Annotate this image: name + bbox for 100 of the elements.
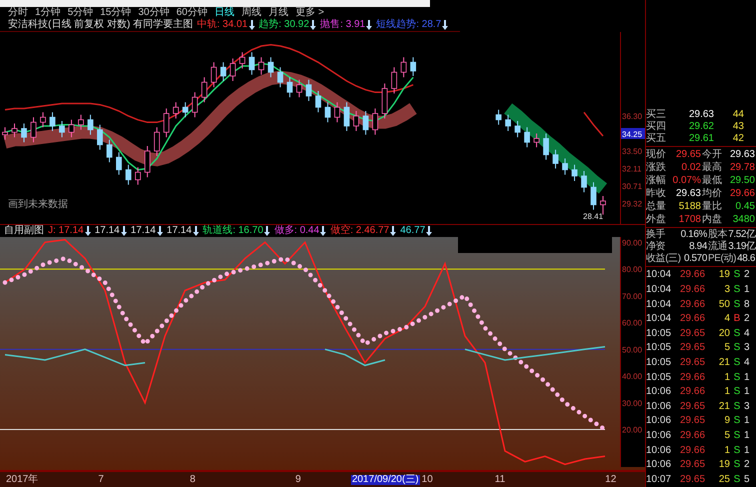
bid-price: 29.63 — [688, 110, 714, 120]
candlestick — [306, 79, 312, 102]
candlestick — [410, 56, 416, 76]
stat-label: PE(动) — [708, 254, 736, 264]
stat-value: 29.63 — [676, 188, 701, 199]
tick-count: 1 — [744, 372, 750, 383]
tick-price: 29.65 — [680, 474, 706, 485]
tick-price: 29.66 — [680, 314, 706, 324]
tick-volume: 19 — [718, 460, 730, 470]
period-tab[interactable]: 月线 — [268, 8, 288, 18]
candlestick — [268, 56, 274, 78]
period-tab[interactable]: 更多 > — [296, 8, 324, 18]
stat-value: 0.02 — [682, 162, 701, 173]
tick-side: S — [732, 284, 742, 295]
stat-value: 3480 — [732, 214, 755, 225]
period-tab[interactable]: 30分钟 — [138, 8, 170, 18]
tick-time: 10:06 — [646, 416, 672, 426]
chart-note: 画到未来数据 — [8, 200, 68, 210]
candlestick — [106, 139, 112, 163]
tick-time: 10:04 — [646, 314, 672, 324]
tick-time: 10:06 — [646, 387, 672, 398]
axis-label: 40.00 — [622, 372, 642, 382]
tick-count: 4 — [744, 358, 750, 368]
indicator-value: 做空: 2.46.77 — [330, 226, 390, 236]
period-tab[interactable]: 1分钟 — [35, 8, 61, 18]
candlestick — [382, 83, 388, 119]
tick-volume: 21 — [718, 402, 730, 412]
chart-title: 安洁科技(日线 前复权 对数) 有同学要主图 — [8, 20, 193, 30]
stat-label: 总量 — [646, 202, 666, 212]
price-axis-label: 30.71 — [622, 182, 642, 191]
indicator-value: 17.14 — [94, 226, 120, 236]
tick-price: 29.66 — [680, 372, 706, 383]
tick-side: S — [732, 430, 742, 441]
tick-price: 29.65 — [680, 460, 706, 470]
candlestick — [543, 133, 549, 160]
stat-value: 8.94 — [689, 242, 707, 252]
tick-side: S — [732, 446, 742, 456]
candlestick — [248, 52, 255, 76]
stat-value: 7.52亿 — [728, 230, 756, 240]
tick-volume: 4 — [723, 314, 730, 324]
candlestick — [552, 149, 558, 169]
period-tab[interactable]: 分时 — [8, 8, 28, 18]
period-tab[interactable]: 5分钟 — [68, 8, 94, 18]
indicator-value: 中轨: 34.01 — [197, 20, 248, 30]
tick-count: 4 — [744, 328, 750, 339]
down-arrow-icon — [192, 226, 199, 236]
down-arrow-icon — [366, 20, 372, 30]
axis-label: 20.00 — [622, 426, 642, 435]
date-axis-label: 2017年 — [6, 474, 38, 484]
tick-volume: 5 — [723, 343, 730, 354]
tick-time: 10:06 — [646, 430, 672, 441]
period-tab[interactable]: 15分钟 — [100, 8, 132, 18]
stat-value: 29.78 — [730, 162, 755, 173]
tick-volume: 5 — [723, 430, 730, 441]
period-tab[interactable]: 周线 — [242, 8, 262, 18]
candlestick — [230, 58, 236, 82]
tick-price: 29.66 — [680, 284, 706, 295]
stat-label: 量比 — [702, 202, 722, 212]
indicator-value: J: 17.14 — [48, 226, 84, 236]
axis-label: 30.00 — [622, 398, 642, 408]
tick-price: 29.66 — [680, 387, 706, 398]
indicator-value: 17.14 — [166, 226, 192, 236]
tick-count: 1 — [744, 446, 750, 456]
stat-label: 内盘 — [702, 214, 722, 225]
date-axis-label: 2017/09/20(三) — [350, 474, 420, 484]
period-tab[interactable]: 日线 — [214, 8, 234, 18]
axis-label: 90.00 — [622, 238, 642, 248]
down-arrow-icon — [426, 226, 432, 236]
stat-value: 0.45 — [736, 202, 755, 212]
candlestick — [353, 110, 360, 132]
down-arrow-icon — [248, 20, 255, 30]
tick-side: S — [732, 343, 742, 354]
period-tab[interactable]: 60分钟 — [176, 8, 208, 18]
candlestick — [572, 164, 578, 182]
candlestick — [334, 102, 340, 123]
stat-label: 现价 — [646, 150, 666, 160]
candlestick — [50, 112, 56, 132]
down-arrow-icon — [264, 226, 270, 236]
tick-volume: 1 — [723, 372, 730, 383]
candlestick — [201, 76, 208, 103]
indicator-value: 轨道线: 16.70 — [202, 226, 264, 236]
indicator-value: 抛售: 3.91 — [320, 20, 366, 30]
candlestick — [192, 92, 198, 118]
candlestick — [97, 124, 103, 150]
bid-label: 买五 — [646, 134, 667, 144]
stat-value: 29.50 — [730, 176, 755, 186]
candlestick — [21, 123, 27, 143]
down-arrow-icon — [120, 226, 127, 236]
date-axis-label: 7 — [98, 474, 104, 484]
stat-label: 最低 — [702, 176, 722, 186]
down-arrow-icon — [320, 226, 326, 236]
tick-volume: 9 — [723, 416, 730, 426]
stat-label: 净资 — [646, 242, 666, 252]
axis-label: 60.00 — [622, 318, 642, 328]
tick-side: S — [732, 474, 742, 485]
candlestick — [239, 52, 246, 69]
tick-volume: 19 — [718, 270, 730, 280]
tick-time: 10:05 — [646, 358, 672, 368]
tick-volume: 1 — [723, 446, 730, 456]
tick-time: 10:04 — [646, 300, 672, 310]
